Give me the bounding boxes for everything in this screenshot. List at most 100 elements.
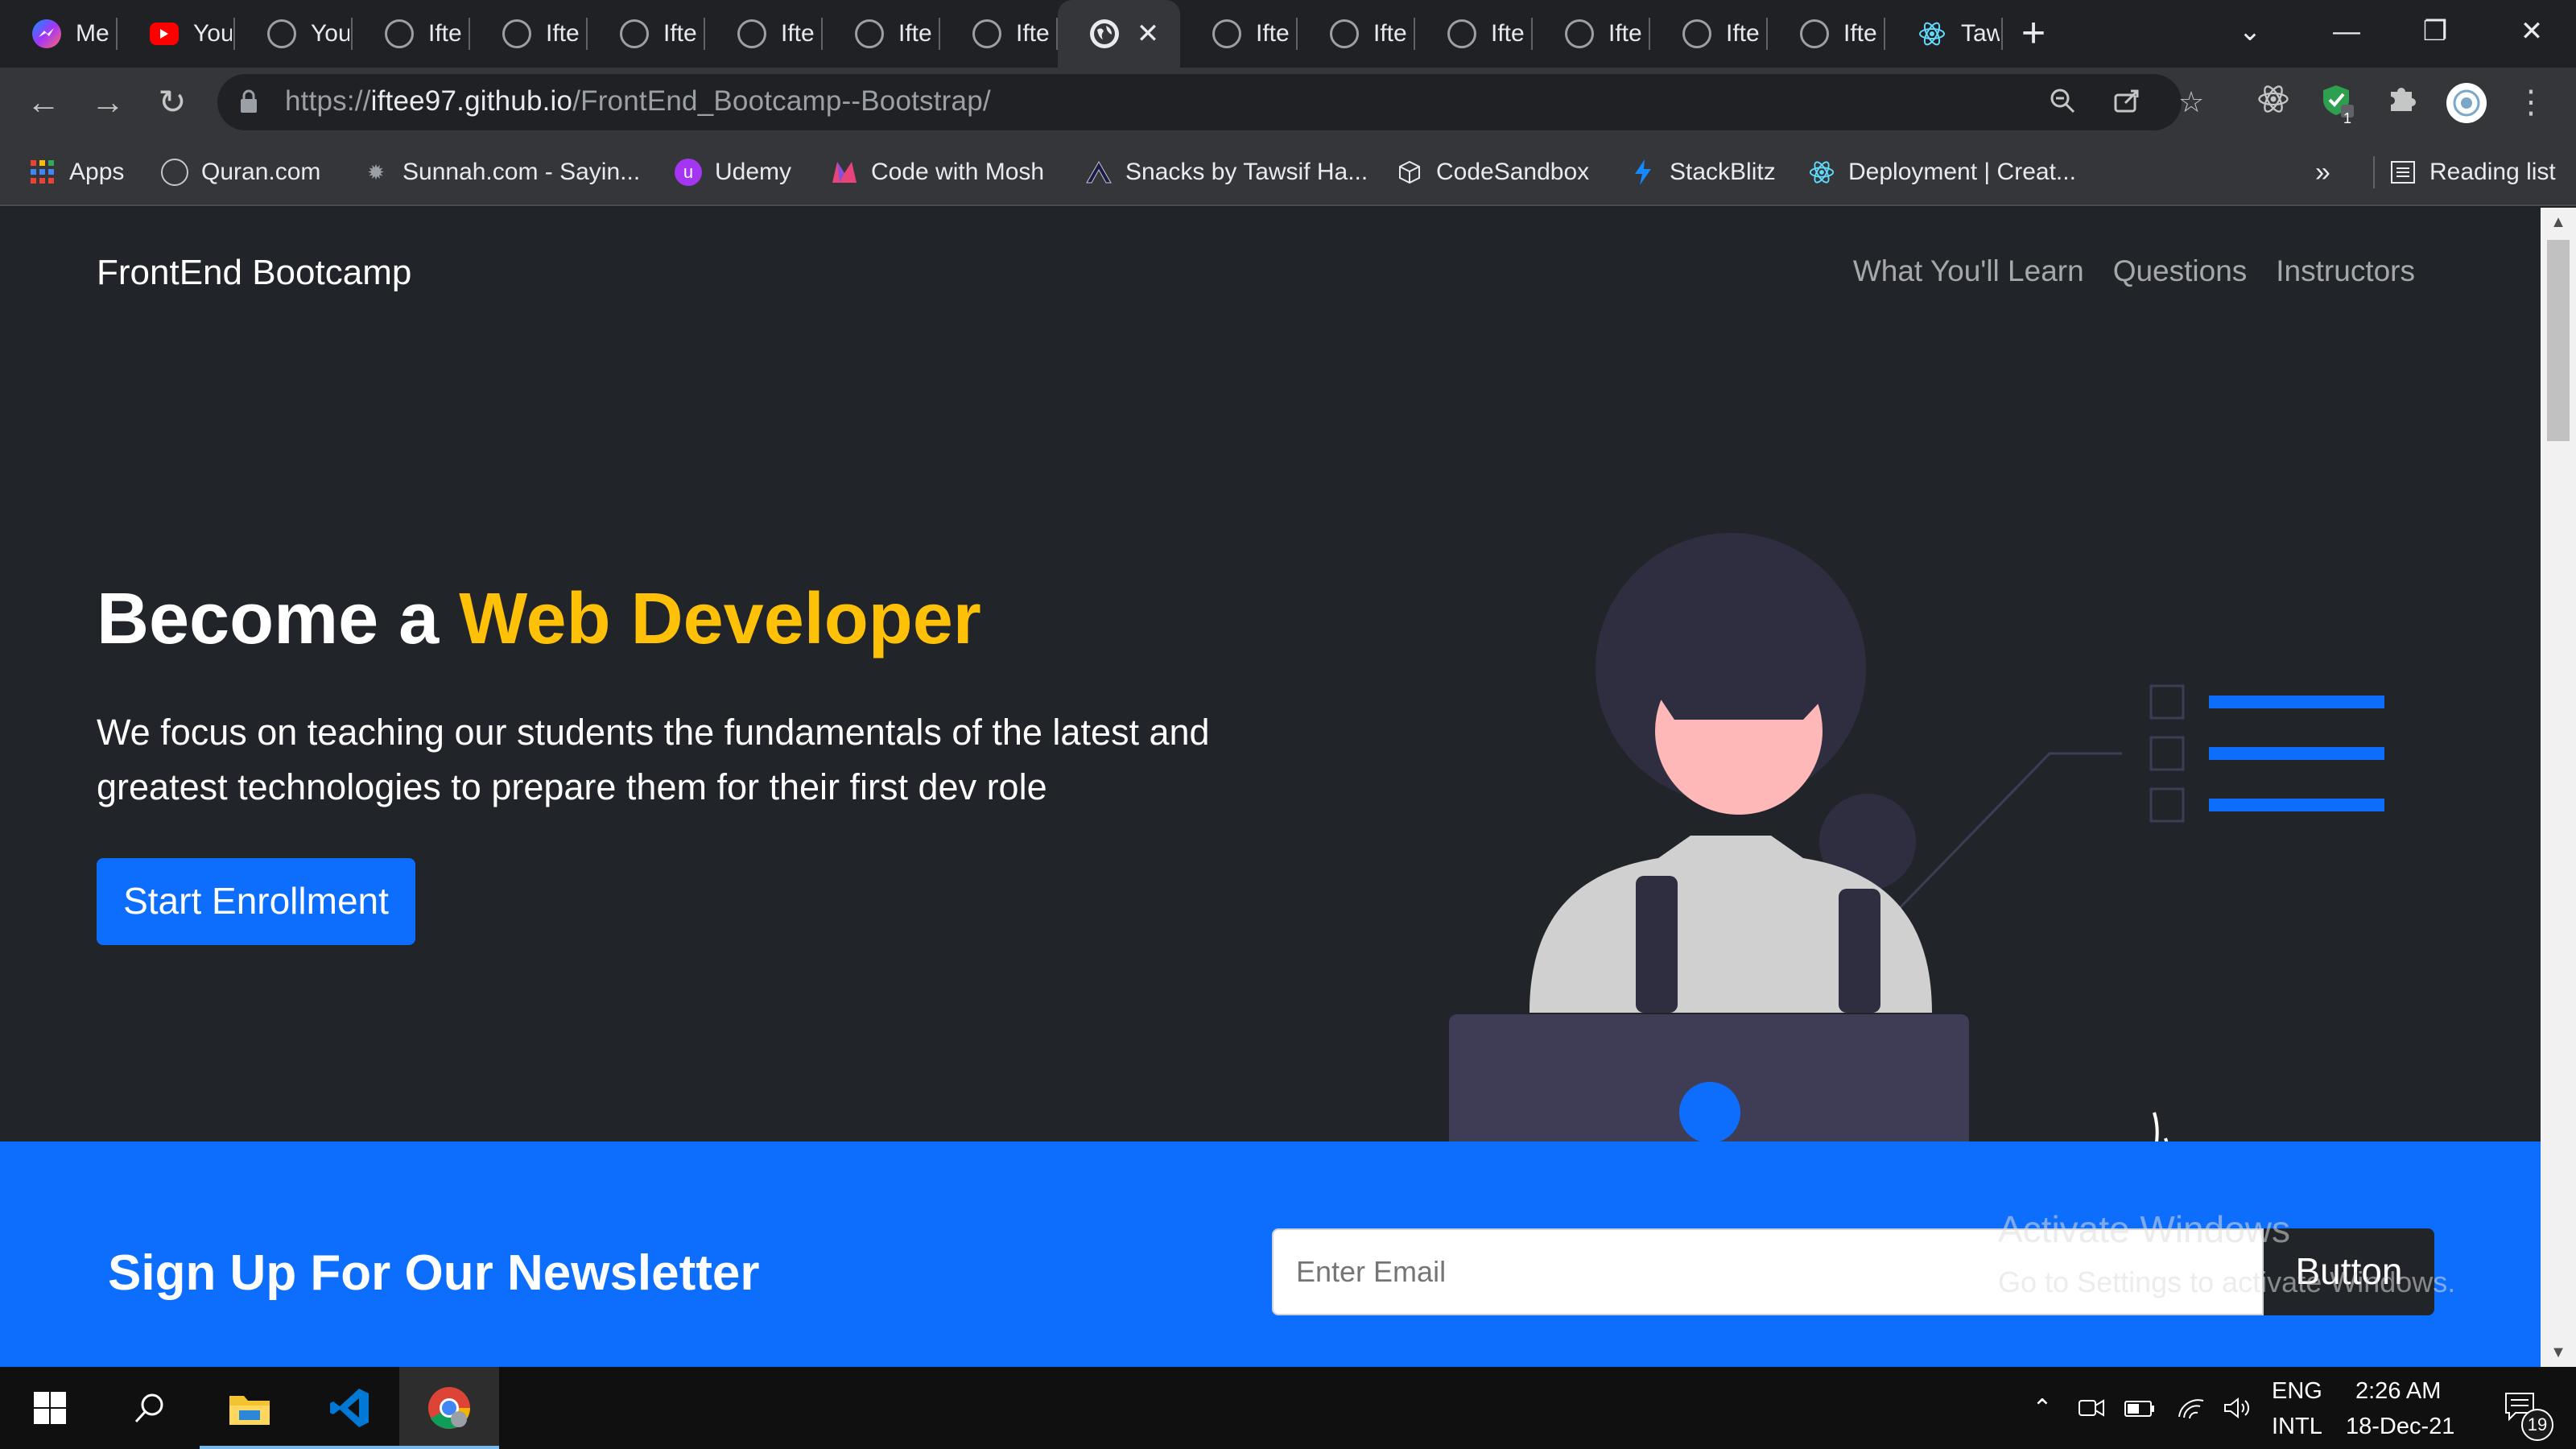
- nav-link-questions[interactable]: Questions: [2113, 254, 2248, 288]
- start-enrollment-button[interactable]: Start Enrollment: [97, 858, 415, 945]
- start-button[interactable]: [0, 1367, 100, 1449]
- tab-github[interactable]: Ifte: [940, 0, 1058, 68]
- clock-date[interactable]: 18-Dec-21: [2346, 1414, 2454, 1440]
- tab-github[interactable]: Ifte: [1533, 0, 1650, 68]
- tab-title: Ifte: [1843, 20, 1877, 47]
- bookmark-codesandbox[interactable]: CodeSandbox: [1396, 155, 1589, 190]
- navbar-links: What You'll Learn Questions Instructors: [1853, 254, 2415, 288]
- nav-link-instructors[interactable]: Instructors: [2276, 254, 2415, 288]
- tab-youtube[interactable]: You: [118, 0, 235, 68]
- tab-github[interactable]: Ifte: [705, 0, 823, 68]
- bookmark-sunnah[interactable]: ✹ Sunnah.com - Sayin...: [362, 155, 640, 190]
- back-button[interactable]: ←: [19, 79, 68, 127]
- scroll-down-arrow[interactable]: ▼: [2541, 1338, 2576, 1367]
- tab-github[interactable]: Ifte: [1650, 0, 1768, 68]
- tab-github[interactable]: Ifte: [353, 0, 470, 68]
- bookmark-label: Udemy: [715, 159, 792, 185]
- youtube-icon: [150, 23, 179, 45]
- input-language-layout[interactable]: INTL: [2272, 1414, 2322, 1440]
- battery-icon[interactable]: [2117, 1367, 2162, 1449]
- github-icon: [1212, 19, 1241, 48]
- extensions-puzzle-icon[interactable]: [2381, 82, 2423, 124]
- tab-messenger[interactable]: Me: [0, 0, 118, 68]
- bookmark-star-icon[interactable]: ☆: [2175, 87, 2207, 119]
- tab-title: You: [193, 20, 232, 47]
- restore-button[interactable]: ❐: [2391, 0, 2479, 68]
- zoom-icon[interactable]: [2046, 87, 2079, 119]
- bookmark-label: Deployment | Creat...: [1848, 159, 2076, 185]
- github-icon: [972, 19, 1001, 48]
- search-button[interactable]: [100, 1367, 200, 1449]
- scroll-up-arrow[interactable]: ▲: [2541, 208, 2576, 237]
- bookmark-quran[interactable]: Quran.com: [161, 155, 320, 190]
- globe-icon: [1090, 19, 1119, 48]
- minimize-button[interactable]: —: [2302, 0, 2391, 68]
- tab-github[interactable]: Ifte: [470, 0, 588, 68]
- vscode-icon: [330, 1389, 369, 1427]
- close-tab-icon[interactable]: ✕: [1133, 19, 1162, 48]
- share-icon[interactable]: [2111, 87, 2143, 119]
- page-scrollbar[interactable]: ▲ ▼: [2541, 208, 2576, 1367]
- bookmark-apps[interactable]: Apps: [29, 155, 124, 190]
- react-devtools-icon[interactable]: [2252, 82, 2294, 124]
- address-bar[interactable]: https://iftee97.github.io/FrontEnd_Bootc…: [217, 74, 2204, 130]
- tab-github[interactable]: Ifte: [1415, 0, 1533, 68]
- tab-github[interactable]: Ifte: [1298, 0, 1415, 68]
- github-icon: [502, 19, 531, 48]
- codesandbox-icon: [1396, 159, 1423, 186]
- reload-button[interactable]: ↻: [148, 79, 196, 127]
- bookmark-deployment[interactable]: Deployment | Creat...: [1808, 155, 2076, 190]
- hero-lead: We focus on teaching our students the fu…: [97, 712, 1210, 807]
- bookmarks-overflow-button[interactable]: »: [2315, 155, 2330, 190]
- taskbar-file-explorer[interactable]: [200, 1367, 299, 1449]
- bookmark-udemy[interactable]: u Udemy: [675, 155, 791, 190]
- lock-icon: [241, 89, 257, 113]
- bookmark-stackblitz[interactable]: StackBlitz: [1629, 155, 1776, 190]
- notification-center-button[interactable]: 19: [2487, 1367, 2557, 1449]
- tab-active-bootcamp[interactable]: ✕: [1058, 0, 1180, 68]
- github-icon: [1682, 19, 1711, 48]
- close-window-button[interactable]: ✕: [2487, 0, 2576, 68]
- taskbar-vscode[interactable]: [299, 1367, 399, 1449]
- github-icon: [385, 19, 414, 48]
- taskbar-chrome[interactable]: [399, 1367, 499, 1449]
- tab-title: Taw: [1961, 20, 2000, 47]
- mosh-icon: [831, 159, 858, 186]
- tab-title: Ifte: [663, 20, 697, 47]
- reading-list-button[interactable]: Reading list: [2373, 155, 2556, 190]
- new-tab-button[interactable]: +: [2003, 0, 2064, 68]
- tab-title: Ifte: [1608, 20, 1642, 47]
- tab-github[interactable]: You: [235, 0, 353, 68]
- wifi-icon[interactable]: [2169, 1367, 2214, 1449]
- profile-avatar-icon[interactable]: [2446, 82, 2487, 124]
- volume-icon[interactable]: [2215, 1367, 2260, 1449]
- tab-github[interactable]: Ifte: [823, 0, 940, 68]
- meet-now-icon[interactable]: [2069, 1367, 2114, 1449]
- tab-title: Ifte: [1256, 20, 1290, 47]
- forward-button[interactable]: →: [84, 79, 132, 127]
- chrome-menu-icon[interactable]: ⋮: [2510, 82, 2552, 124]
- tab-github[interactable]: Ifte: [1180, 0, 1298, 68]
- tab-search-button[interactable]: ⌄: [2206, 0, 2294, 68]
- input-language[interactable]: ENG: [2272, 1378, 2322, 1405]
- activate-windows-subtitle: Go to Settings to activate Windows.: [1998, 1265, 2456, 1298]
- tab-react[interactable]: Taw: [1885, 0, 2003, 68]
- scroll-thumb[interactable]: [2547, 240, 2570, 441]
- folder-icon: [229, 1396, 270, 1425]
- bookmark-snacks[interactable]: Snacks by Tawsif Ha...: [1085, 155, 1368, 190]
- sunnah-icon: ✹: [367, 159, 385, 184]
- clock-time[interactable]: 2:26 AM: [2355, 1378, 2441, 1405]
- github-icon: [1800, 19, 1829, 48]
- show-hidden-icons-button[interactable]: ⌃: [2024, 1367, 2061, 1449]
- newsletter-title: Sign Up For Our Newsletter: [108, 1245, 760, 1301]
- windows-taskbar: ⌃ ENG INTL 2:26 AM 18-Dec-21 19: [0, 1367, 2576, 1449]
- tab-github[interactable]: Ifte: [1768, 0, 1885, 68]
- shield-extension-icon[interactable]: 1: [2317, 82, 2359, 126]
- tab-title: Ifte: [1726, 20, 1760, 47]
- nav-link-learn[interactable]: What You'll Learn: [1853, 254, 2084, 288]
- tab-github[interactable]: Ifte: [588, 0, 705, 68]
- github-icon: [855, 19, 884, 48]
- hero-title-accent: Web Developer: [459, 579, 981, 659]
- bookmark-code-with-mosh[interactable]: Code with Mosh: [831, 155, 1044, 190]
- navbar-brand[interactable]: FrontEnd Bootcamp: [97, 253, 411, 293]
